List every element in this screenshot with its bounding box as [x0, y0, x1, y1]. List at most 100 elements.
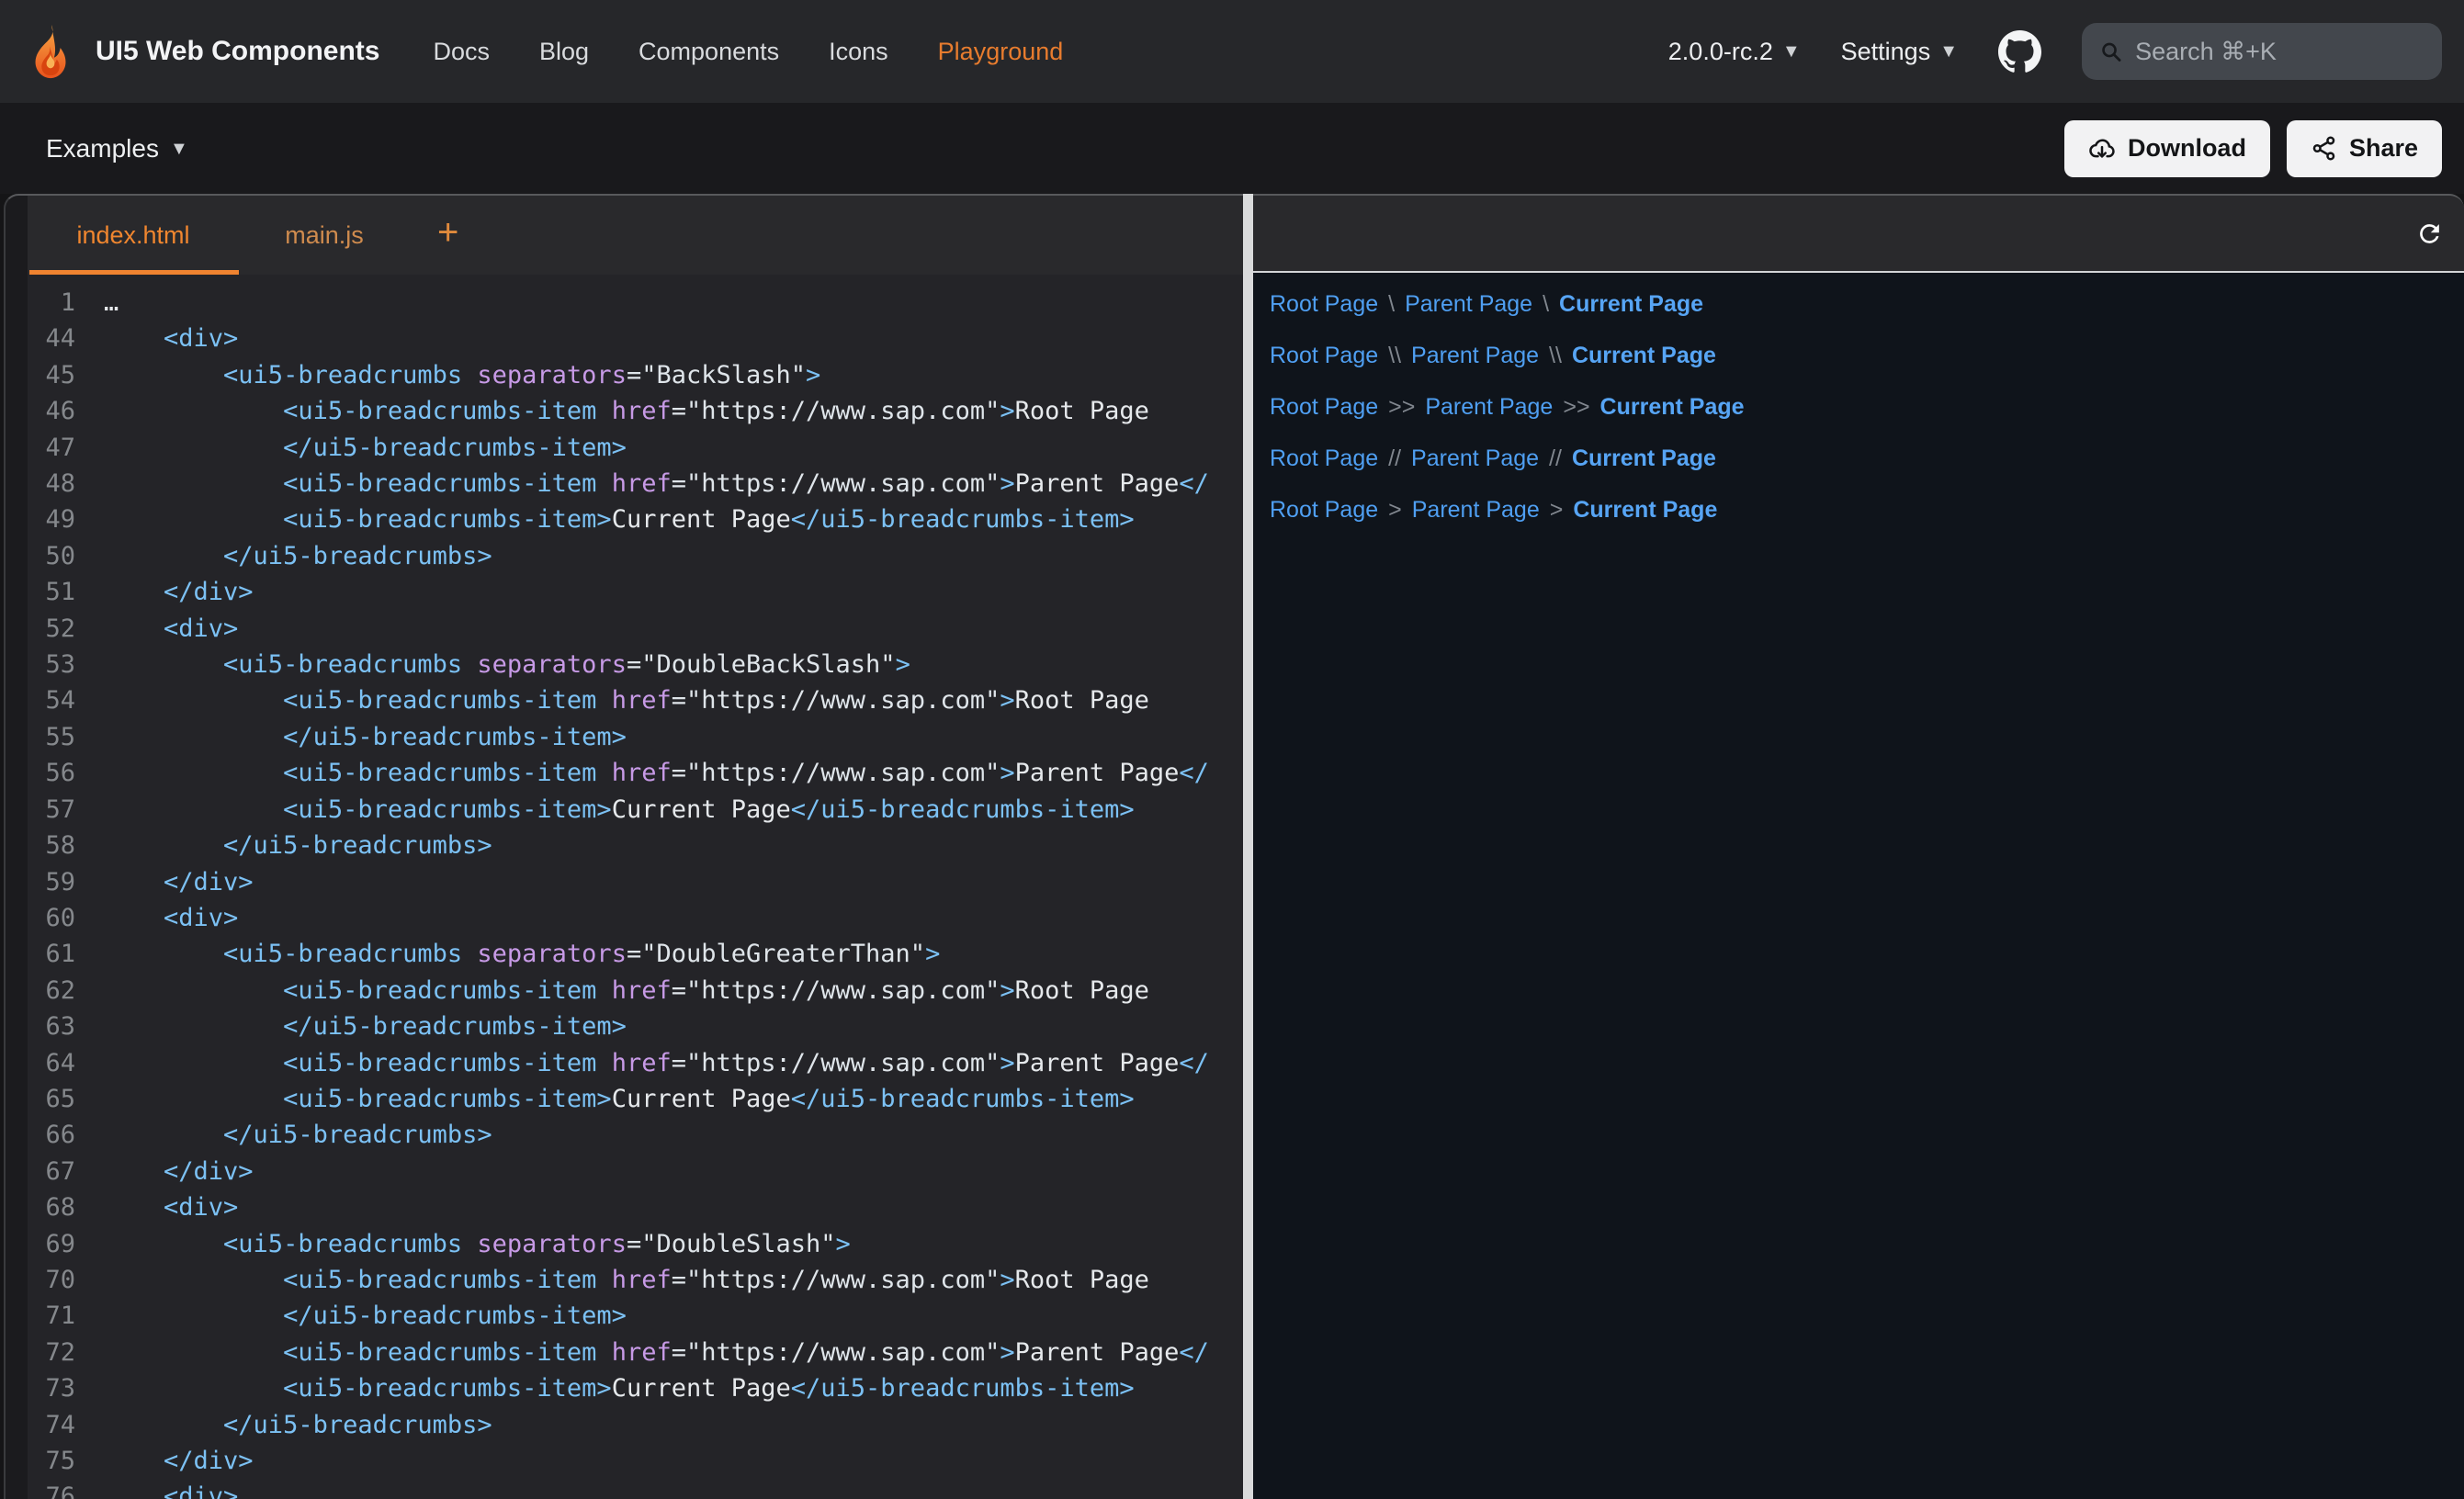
- add-tab-button[interactable]: +: [437, 214, 458, 256]
- breadcrumb-current-page: Current Page: [1600, 394, 1745, 421]
- code-line: 54 <ui5-breadcrumbs-item href="https://w…: [28, 682, 1243, 718]
- nav-item-playground[interactable]: Playground: [938, 38, 1064, 66]
- breadcrumb-row: Root Page\\Parent Page\\Current Page: [1270, 340, 2464, 371]
- nav-item-docs[interactable]: Docs: [433, 38, 490, 66]
- playground-page: UI5 Web Components Docs Blog Components …: [0, 0, 2464, 1499]
- code-text: </ui5-breadcrumbs>: [104, 1407, 492, 1443]
- tab-index-html[interactable]: index.html: [28, 221, 239, 250]
- code-lines[interactable]: 1…44 <div>45 <ui5-breadcrumbs separators…: [28, 275, 1243, 1499]
- code-line: 1…: [28, 285, 1243, 321]
- code-line: 66 </ui5-breadcrumbs>: [28, 1117, 1243, 1153]
- code-line: 67 </div>: [28, 1154, 1243, 1189]
- code-text: <div>: [104, 1189, 238, 1225]
- breadcrumb-separator: \: [1388, 291, 1395, 318]
- panel-splitter[interactable]: [1243, 194, 1253, 1499]
- breadcrumb-link[interactable]: Parent Page: [1425, 394, 1553, 421]
- version-dropdown[interactable]: 2.0.0-rc.2 ▼: [1668, 38, 1801, 66]
- main-nav: Docs Blog Components Icons Playground: [433, 38, 1063, 66]
- line-number: 72: [28, 1335, 75, 1370]
- preview-panel: Root Page\Parent Page\Current PageRoot P…: [1253, 194, 2464, 1499]
- code-text: <ui5-breadcrumbs separators="DoubleGreat…: [104, 936, 940, 972]
- code-text: <ui5-breadcrumbs-item href="https://www.…: [104, 973, 1149, 1009]
- line-number: 46: [28, 393, 75, 429]
- breadcrumb-row: Root Page>>Parent Page>>Current Page: [1270, 391, 2464, 423]
- code-line: 47 </ui5-breadcrumbs-item>: [28, 430, 1243, 466]
- settings-dropdown[interactable]: Settings ▼: [1841, 38, 1958, 66]
- code-line: 74 </ui5-breadcrumbs>: [28, 1407, 1243, 1443]
- nav-item-blog[interactable]: Blog: [539, 38, 589, 66]
- line-number: 70: [28, 1262, 75, 1298]
- breadcrumb-link[interactable]: Root Page: [1270, 445, 1378, 472]
- examples-dropdown[interactable]: Examples ▼: [46, 134, 188, 163]
- breadcrumb-separator: \\: [1549, 343, 1562, 369]
- line-number: 67: [28, 1154, 75, 1189]
- code-line: 44 <div>: [28, 321, 1243, 356]
- code-text: <ui5-breadcrumbs-item href="https://www.…: [104, 1045, 1209, 1081]
- code-text: <ui5-breadcrumbs-item>Current Page</ui5-…: [104, 1370, 1135, 1406]
- line-number: 66: [28, 1117, 75, 1153]
- breadcrumb-separator: >: [1388, 497, 1402, 524]
- breadcrumb-link[interactable]: Parent Page: [1411, 343, 1539, 369]
- breadcrumb-link[interactable]: Root Page: [1270, 343, 1378, 369]
- code-text: …: [104, 285, 119, 321]
- code-line: 72 <ui5-breadcrumbs-item href="https://w…: [28, 1335, 1243, 1370]
- breadcrumb-separator: \: [1543, 291, 1549, 318]
- breadcrumb-link[interactable]: Root Page: [1270, 497, 1378, 524]
- code-text: <ui5-breadcrumbs-item>Current Page</ui5-…: [104, 502, 1135, 537]
- line-number: 59: [28, 864, 75, 900]
- chevron-down-icon: ▼: [1939, 42, 1958, 61]
- github-icon[interactable]: [1998, 30, 2041, 73]
- line-number: 68: [28, 1189, 75, 1225]
- search-icon: [2100, 39, 2122, 64]
- code-line: 62 <ui5-breadcrumbs-item href="https://w…: [28, 973, 1243, 1009]
- site-title: UI5 Web Components: [96, 36, 379, 67]
- breadcrumb-link[interactable]: Parent Page: [1412, 497, 1540, 524]
- code-text: <div>: [104, 1479, 238, 1499]
- cloud-download-icon: [2088, 135, 2116, 163]
- code-text: </div>: [104, 864, 254, 900]
- nav-item-components[interactable]: Components: [639, 38, 779, 66]
- top-header: UI5 Web Components Docs Blog Components …: [0, 0, 2464, 103]
- search-input[interactable]: [2135, 38, 2424, 66]
- nav-item-icons[interactable]: Icons: [829, 38, 888, 66]
- line-number: 74: [28, 1407, 75, 1443]
- code-text: <ui5-breadcrumbs separators="DoubleBackS…: [104, 647, 910, 682]
- code-text: <ui5-breadcrumbs-item href="https://www.…: [104, 755, 1209, 791]
- code-text: </ui5-breadcrumbs-item>: [104, 1298, 627, 1334]
- breadcrumb-rows: Root Page\Parent Page\Current PageRoot P…: [1270, 288, 2464, 525]
- ui5-flame-logo-icon: [22, 23, 79, 80]
- breadcrumb-link[interactable]: Parent Page: [1411, 445, 1539, 472]
- download-label: Download: [2128, 134, 2246, 163]
- line-number: 44: [28, 321, 75, 356]
- code-text: </div>: [104, 1443, 254, 1479]
- code-text: <ui5-breadcrumbs separators="BackSlash">: [104, 357, 820, 393]
- breadcrumb-separator: //: [1388, 445, 1401, 472]
- breadcrumb-current-page: Current Page: [1559, 291, 1703, 318]
- breadcrumb-current-page: Current Page: [1573, 497, 1717, 524]
- share-button[interactable]: Share: [2287, 120, 2442, 177]
- code-line: 49 <ui5-breadcrumbs-item>Current Page</u…: [28, 502, 1243, 537]
- code-line: 58 </ui5-breadcrumbs>: [28, 828, 1243, 863]
- breadcrumb-row: Root Page \ Parent Page \ Current Page: [1270, 288, 2464, 320]
- line-number: 65: [28, 1081, 75, 1117]
- tab-main-js[interactable]: main.js: [239, 221, 410, 250]
- line-number: 69: [28, 1226, 75, 1262]
- line-number: 61: [28, 936, 75, 972]
- code-text: </ui5-breadcrumbs>: [104, 1117, 492, 1153]
- line-number: 75: [28, 1443, 75, 1479]
- line-number: 64: [28, 1045, 75, 1081]
- code-text: </ui5-breadcrumbs>: [104, 828, 492, 863]
- code-line: 56 <ui5-breadcrumbs-item href="https://w…: [28, 755, 1243, 791]
- search-box[interactable]: [2082, 23, 2442, 80]
- refresh-icon[interactable]: [2415, 220, 2444, 248]
- line-number: 55: [28, 719, 75, 755]
- breadcrumb-link[interactable]: Root Page: [1270, 394, 1378, 421]
- line-number: 57: [28, 792, 75, 828]
- download-button[interactable]: Download: [2064, 120, 2270, 177]
- breadcrumb-link[interactable]: Parent Page: [1405, 291, 1532, 318]
- line-number: 49: [28, 502, 75, 537]
- breadcrumb-link[interactable]: Root Page: [1270, 291, 1378, 318]
- code-line: 55 </ui5-breadcrumbs-item>: [28, 719, 1243, 755]
- code-line: 53 <ui5-breadcrumbs separators="DoubleBa…: [28, 647, 1243, 682]
- line-number: 60: [28, 900, 75, 936]
